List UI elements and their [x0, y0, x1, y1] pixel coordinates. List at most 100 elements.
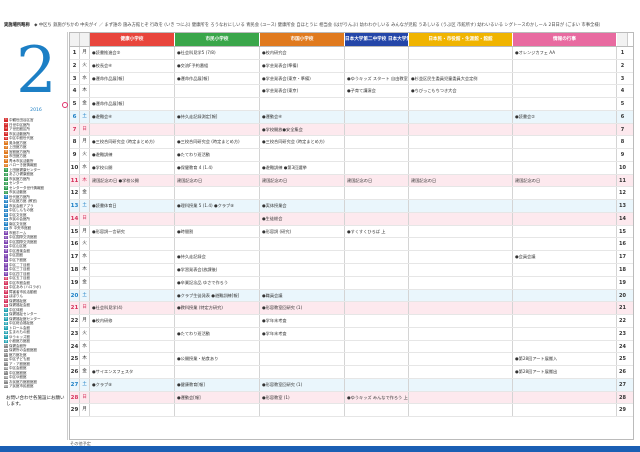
- event-cell: [513, 276, 617, 289]
- event-cell[interactable]: ●たてわり班活動: [175, 149, 260, 161]
- legend-key-badge: ④: [4, 131, 8, 136]
- legend-key-badge: ⑭: [4, 176, 8, 181]
- event-cell[interactable]: ●社会科見学5 (7/8): [175, 47, 260, 59]
- event-cell[interactable]: ●クラブ⑨: [90, 378, 175, 391]
- event-cell[interactable]: 建国記念の日: [409, 174, 513, 187]
- event-cell[interactable]: ●読書体育日: [90, 200, 175, 212]
- calendar-day-row: 28 日 ●運動会[報] ●形容教室 (1) ●ゆうキッズ みんなで作ろう 上 28: [70, 391, 633, 405]
- event-cell[interactable]: ●読書会②: [513, 110, 617, 123]
- legend-key-badge: ㉘: [4, 239, 8, 244]
- event-cell[interactable]: ●校内研究会: [260, 47, 345, 59]
- event-cell[interactable]: ●運動会④: [260, 110, 345, 123]
- event-cell[interactable]: ●生徒総会: [260, 212, 345, 225]
- event-cell[interactable]: ●形容教室回研究 (1): [260, 378, 345, 391]
- event-cell: [345, 238, 409, 251]
- event-cell[interactable]: ●校内研修: [90, 315, 175, 327]
- event-cell[interactable]: ●理科授業 5 (1.4) ●クラブ⑨: [175, 200, 260, 212]
- event-cell[interactable]: ●杉並区民生委員児童委員大会定例: [409, 72, 513, 85]
- event-cell[interactable]: ●形容詞 (研究): [260, 225, 345, 238]
- event-cell[interactable]: ●運動会[報]: [175, 391, 260, 404]
- event-cell[interactable]: ●運命作品展[報]: [175, 72, 260, 85]
- event-cell: [409, 251, 513, 264]
- event-cell[interactable]: ●学習発表会(放課後): [175, 264, 260, 276]
- event-cell[interactable]: ●交流F予約番組: [175, 59, 260, 72]
- event-cell: [345, 200, 409, 212]
- event-cell[interactable]: ●三校合同研究会 (時定まとめ方): [260, 136, 345, 149]
- event-cell[interactable]: ●公開授業・給食あり: [175, 353, 260, 366]
- event-cell: [513, 289, 617, 302]
- event-cell[interactable]: ●避難訓練 ●第3回選挙: [260, 161, 345, 174]
- calendar-day-row: 5 金 ●運命作品展[報] 5: [70, 98, 633, 111]
- event-cell[interactable]: ●避難訓練: [90, 149, 175, 161]
- event-cell[interactable]: ●ちびっこもちつき大会: [409, 85, 513, 98]
- legend-key-badge: ㉗: [4, 235, 8, 240]
- event-cell[interactable]: ●第28回アート展搬出: [513, 366, 617, 378]
- event-cell[interactable]: ●会員会議: [513, 251, 617, 264]
- day-number: 16: [70, 238, 80, 251]
- event-cell[interactable]: ●クラブ生徒発表 ●避難訓練[報]: [175, 289, 260, 302]
- event-cell[interactable]: ●学芸発表会(東京・準備): [260, 72, 345, 85]
- event-cell[interactable]: ●卒業記念品 ゆさで作ろう: [175, 276, 260, 289]
- legend-key-badge: 58: [4, 375, 9, 380]
- event-cell[interactable]: ●持久走記録測定[報]: [175, 110, 260, 123]
- event-cell[interactable]: ●読書推進会③: [90, 47, 175, 59]
- event-cell[interactable]: ●たてわり班活動: [175, 327, 260, 340]
- event-cell: [90, 404, 175, 417]
- legend-key-badge: ㊺: [4, 316, 8, 321]
- event-cell: [345, 340, 409, 353]
- weekday-label: 金: [80, 187, 90, 200]
- event-cell[interactable]: ●校長会④: [90, 59, 175, 72]
- event-cell[interactable]: ●持久走記録会: [175, 251, 260, 264]
- event-cell[interactable]: ●ゆうキッズ スタート 自由教室: [345, 72, 409, 85]
- event-cell[interactable]: ●学校公開: [90, 161, 175, 174]
- calendar-day-row: 2 火 ●校長会④ ●交流F予約番組 ●学芸発表会(準備) 2: [70, 59, 633, 73]
- event-cell[interactable]: ●三校合同研究会 (時定まとめ方): [90, 136, 175, 149]
- event-cell[interactable]: ●形容教室回研究 (1): [260, 302, 345, 315]
- calendar-day-row: 6 土 ●避難会④ ●持久走記録測定[報] ●運動会④ ●読書会② 6: [70, 110, 633, 124]
- day-number: 5: [70, 98, 80, 110]
- event-cell[interactable]: 建国記念の日: [175, 174, 260, 187]
- event-cell[interactable]: ●教科授業 (特定方研究): [175, 302, 260, 315]
- event-cell[interactable]: ●形容詞一言研究: [90, 225, 175, 238]
- event-cell: [175, 98, 260, 110]
- legend-key-badge: ㊼: [4, 325, 8, 330]
- event-cell[interactable]: ●サイエンスフェスタ: [90, 366, 175, 378]
- event-cell: [345, 212, 409, 225]
- event-cell[interactable]: ●実体授業会: [260, 200, 345, 212]
- event-cell[interactable]: ●オレンジカフェ AA: [513, 47, 617, 59]
- event-cell[interactable]: ●時間割: [175, 225, 260, 238]
- event-cell[interactable]: ●保健教育 4 (1.4): [175, 161, 260, 174]
- day-number-right: 21: [619, 305, 626, 312]
- event-cell: [513, 315, 617, 327]
- event-cell[interactable]: ●学芸発表会(準備): [260, 59, 345, 72]
- event-cell[interactable]: ●職員会議: [260, 289, 345, 302]
- day-number: 24: [70, 340, 80, 353]
- event-cell[interactable]: ●健康教育[報]: [175, 378, 260, 391]
- event-cell[interactable]: 建国記念の日: [260, 174, 345, 187]
- event-cell: [513, 238, 617, 251]
- weekday-label: 土: [80, 378, 90, 391]
- event-cell[interactable]: ●学年末考査: [260, 327, 345, 340]
- legend-key-badge: ⑬: [4, 172, 8, 177]
- event-cell[interactable]: ●運命作品展[報]: [90, 98, 175, 110]
- event-cell[interactable]: ●学年末考査: [260, 315, 345, 327]
- event-cell[interactable]: ●ゆうキッズ みんなで作ろう 上: [345, 391, 409, 404]
- event-cell[interactable]: ●三校合同研究会 (時定まとめ方): [175, 136, 260, 149]
- event-cell[interactable]: ●学校開放●安全集会: [260, 123, 345, 136]
- day-number: 2: [70, 59, 80, 72]
- event-cell: [260, 353, 345, 366]
- event-cell[interactable]: 建国記念の日 ●学校公開: [90, 174, 175, 187]
- weekday-label: 水: [80, 251, 90, 264]
- event-cell: [513, 123, 617, 136]
- event-cell[interactable]: ●学芸発表会(東京): [260, 85, 345, 98]
- event-cell[interactable]: ●運命作品展[報]: [90, 72, 175, 85]
- event-cell[interactable]: 建国記念の日: [513, 174, 617, 187]
- event-cell: [175, 123, 260, 136]
- event-cell[interactable]: ●子育て講演会: [345, 85, 409, 98]
- event-cell[interactable]: ●社会科見学(4): [90, 302, 175, 315]
- event-cell[interactable]: ●すくすくひろば 上: [345, 225, 409, 238]
- event-cell[interactable]: 建国記念の日: [345, 174, 409, 187]
- event-cell[interactable]: ●形容教室 (1): [260, 391, 345, 404]
- event-cell[interactable]: ●第28回アート展搬入: [513, 353, 617, 366]
- event-cell[interactable]: ●避難会④: [90, 110, 175, 123]
